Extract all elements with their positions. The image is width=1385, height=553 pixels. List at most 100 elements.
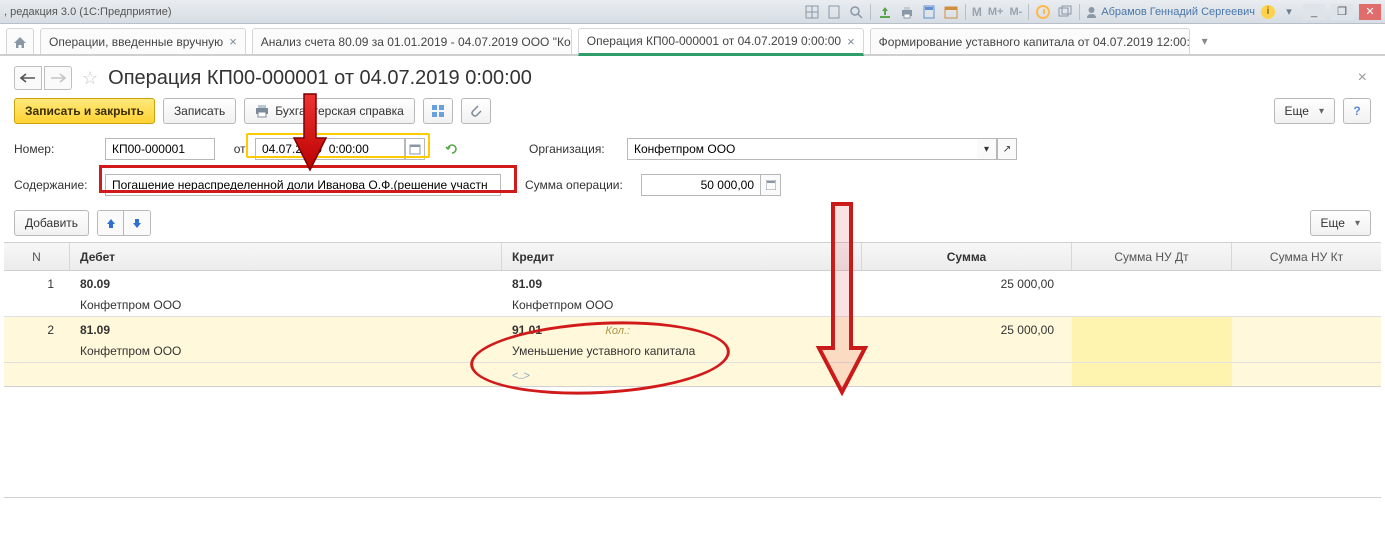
app-titlebar: , редакция 3.0 (1С:Предприятие) M M+ M- …: [0, 0, 1385, 24]
tb-grid-icon[interactable]: [804, 4, 820, 20]
tb-info-icon[interactable]: i: [1261, 5, 1275, 19]
number-input[interactable]: [105, 138, 215, 160]
tb-print-icon[interactable]: [899, 4, 915, 20]
tb-dropdown-icon[interactable]: ▾: [1281, 4, 1297, 20]
cell-debit-acct: 81.09: [70, 317, 502, 339]
tab-overflow-icon[interactable]: ▾: [1196, 28, 1214, 54]
cell-nu-dt: [1072, 317, 1232, 339]
calculator-icon: [766, 180, 776, 190]
close-icon[interactable]: ×: [229, 35, 237, 48]
grid-header: N Дебет Кредит Сумма Сумма НУ Дт Сумма Н…: [4, 243, 1381, 271]
cell-sum: 25 000,00: [862, 271, 1072, 293]
tb-scale-m-icon[interactable]: M: [972, 5, 982, 19]
arrow-down-icon: [131, 217, 143, 229]
org-open-button[interactable]: ↗: [997, 138, 1017, 160]
tb-calc-icon[interactable]: [921, 4, 937, 20]
number-label: Номер:: [14, 142, 99, 156]
sum-calc-button[interactable]: [761, 174, 781, 196]
table-row-sub[interactable]: Конфетпром ООО Уменьшение уставного капи…: [4, 339, 1381, 363]
cell-debit-acct: 80.09: [70, 271, 502, 293]
tree-button[interactable]: [423, 98, 453, 124]
home-icon: [12, 35, 28, 49]
window-minimize-button[interactable]: _: [1303, 4, 1325, 20]
page-close-button[interactable]: ×: [1354, 69, 1371, 87]
nav-forward-button[interactable]: [44, 66, 72, 90]
date-label: от:: [221, 142, 249, 156]
calendar-picker-button[interactable]: [405, 138, 425, 160]
calendar-icon: [409, 143, 421, 155]
more-button[interactable]: Еще: [1274, 98, 1335, 124]
cell-nu-kt: [1232, 317, 1381, 339]
sum-label: Сумма операции:: [525, 178, 635, 192]
org-input[interactable]: [627, 138, 977, 160]
printer-icon: [255, 104, 269, 118]
cell-nu-dt: [1072, 271, 1232, 293]
move-up-button[interactable]: [98, 211, 124, 235]
save-button[interactable]: Записать: [163, 98, 236, 124]
col-n[interactable]: N: [4, 243, 70, 270]
tab-capital-formation[interactable]: Формирование уставного капитала от 04.07…: [870, 28, 1190, 54]
tb-window-icon[interactable]: [1057, 4, 1073, 20]
cell-debit-sub: Конфетпром ООО: [70, 293, 502, 316]
tb-history-icon[interactable]: [1035, 4, 1051, 20]
tb-scale-mminus-icon[interactable]: M-: [1009, 6, 1022, 18]
table-row-sub[interactable]: Конфетпром ООО Конфетпром ООО: [4, 293, 1381, 317]
col-credit[interactable]: Кредит: [502, 243, 862, 270]
tab-operation-active[interactable]: Операция КП00-000001 от 04.07.2019 0:00:…: [578, 28, 864, 56]
tb-calendar-icon[interactable]: [943, 4, 959, 20]
table-row[interactable]: 1 80.09 81.09 25 000,00: [4, 271, 1381, 293]
tab-account-analysis[interactable]: Анализ счета 80.09 за 01.01.2019 - 04.07…: [252, 28, 572, 54]
cell-credit-sub: Конфетпром ООО: [502, 293, 862, 316]
date-input[interactable]: [255, 138, 405, 160]
add-row-button[interactable]: Добавить: [14, 210, 89, 236]
page-header: ☆ Операция КП00-000001 от 04.07.2019 0:0…: [0, 56, 1385, 96]
content-label: Содержание:: [14, 178, 99, 192]
content-input[interactable]: [105, 174, 501, 196]
favorite-star-icon[interactable]: ☆: [82, 68, 98, 89]
cell-credit-acct: 91.01 Кол.:: [502, 317, 862, 339]
col-debit[interactable]: Дебет: [70, 243, 502, 270]
table-row[interactable]: 2 81.09 91.01 Кол.: 25 000,00: [4, 317, 1381, 339]
tab-manual-operations[interactable]: Операции, введенные вручную ×: [40, 28, 246, 54]
org-select[interactable]: ▾ ↗: [627, 138, 1017, 160]
tb-upload-icon[interactable]: [877, 4, 893, 20]
org-dropdown-button[interactable]: ▾: [977, 138, 997, 160]
sum-input-group: [641, 174, 781, 196]
tb-search-icon[interactable]: [848, 4, 864, 20]
table-toolbar: Добавить Еще: [0, 206, 1385, 242]
save-and-close-button[interactable]: Записать и закрыть: [14, 98, 155, 124]
refresh-icon: [445, 142, 459, 156]
nav-buttons: [14, 66, 72, 90]
window-restore-button[interactable]: ❐: [1331, 4, 1353, 20]
tab-strip: Операции, введенные вручную × Анализ сче…: [0, 24, 1385, 56]
refresh-date-button[interactable]: [441, 138, 463, 160]
attach-button[interactable]: [461, 98, 491, 124]
postings-grid: N Дебет Кредит Сумма Сумма НУ Дт Сумма Н…: [4, 242, 1381, 498]
main-toolbar: Записать и закрыть Записать Бухгалтерска…: [0, 96, 1385, 134]
org-label: Организация:: [529, 142, 621, 156]
cell-debit-sub: Конфетпром ООО: [70, 339, 502, 362]
tb-doc-icon[interactable]: [826, 4, 842, 20]
col-sum[interactable]: Сумма: [862, 243, 1072, 270]
help-button[interactable]: ?: [1343, 98, 1371, 124]
col-nu-dt[interactable]: Сумма НУ Дт: [1072, 243, 1232, 270]
table-row-sub[interactable]: <...>: [4, 363, 1381, 387]
print-accounting-note-button[interactable]: Бухгалтерская справка: [244, 98, 415, 124]
cell-nu-kt: [1232, 271, 1381, 293]
titlebar-toolbar: M M+ M- Абрамов Геннадий Сергеевич i ▾ _…: [804, 4, 1381, 20]
home-tab[interactable]: [6, 28, 34, 54]
arrow-up-icon: [105, 217, 117, 229]
current-user[interactable]: Абрамов Геннадий Сергеевич: [1086, 6, 1255, 18]
tree-icon: [431, 104, 445, 118]
move-down-button[interactable]: [124, 211, 150, 235]
table-more-button[interactable]: Еще: [1310, 210, 1371, 236]
cell-n: 2: [4, 317, 70, 339]
close-icon[interactable]: ×: [847, 35, 855, 48]
window-close-button[interactable]: ✕: [1359, 4, 1381, 20]
col-nu-kt[interactable]: Сумма НУ Кт: [1232, 243, 1381, 270]
tb-scale-mplus-icon[interactable]: M+: [988, 6, 1004, 18]
sum-input[interactable]: [641, 174, 761, 196]
paperclip-icon: [469, 104, 483, 118]
page-title: Операция КП00-000001 от 04.07.2019 0:00:…: [108, 67, 532, 90]
nav-back-button[interactable]: [14, 66, 42, 90]
